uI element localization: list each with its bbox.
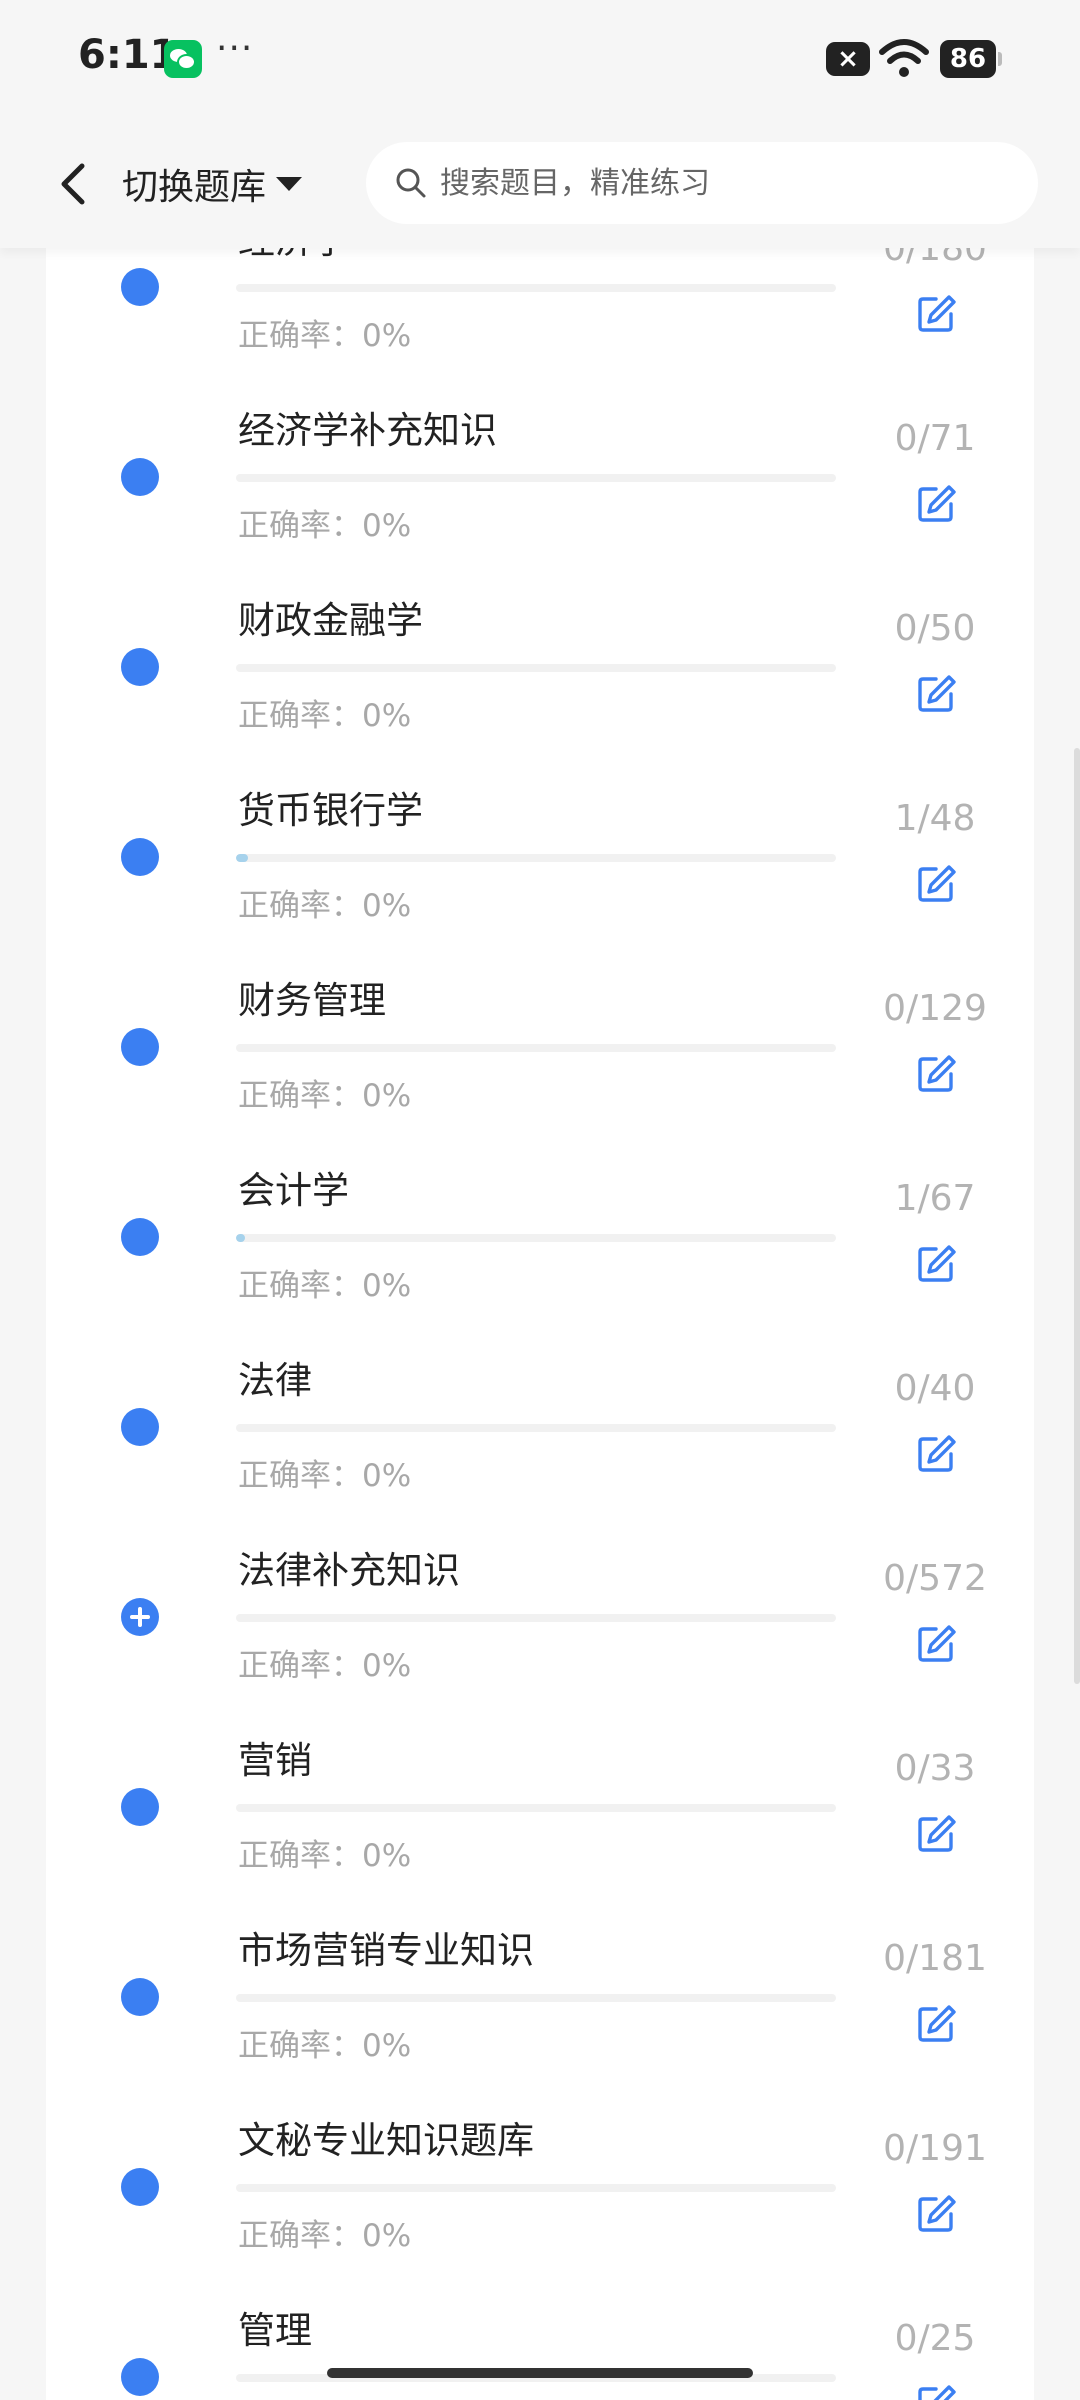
header-bar: 切换题库	[0, 120, 1080, 248]
battery-icon: 86	[940, 40, 1002, 78]
scrollbar[interactable]	[1074, 748, 1080, 1684]
progress-count: 0/191	[883, 2128, 987, 2169]
progress-bar	[236, 1994, 836, 2002]
search-box[interactable]	[366, 142, 1038, 224]
list-item[interactable]: 文秘专业知识题库 正确率：0% 0/191	[0, 2056, 1080, 2254]
progress-count: 0/25	[894, 2318, 976, 2359]
practice-edit-icon[interactable]	[914, 672, 958, 716]
progress-count: 0/40	[894, 1368, 976, 1409]
progress-bar	[236, 1614, 836, 1622]
chapter-dot-icon	[121, 838, 159, 876]
item-name: 法律补充知识	[238, 1549, 460, 1592]
progress-count: 0/50	[894, 608, 976, 649]
progress-bar	[236, 2184, 836, 2192]
list-item[interactable]: 法律补充知识 正确率：0% 0/572	[0, 1486, 1080, 1684]
progress-fill	[236, 1234, 245, 1242]
practice-edit-icon[interactable]	[914, 2002, 958, 2046]
list-item[interactable]: 财政金融学 正确率：0% 0/50	[0, 536, 1080, 734]
chapter-dot-icon	[121, 1978, 159, 2016]
practice-edit-icon[interactable]	[914, 2382, 958, 2400]
chapter-dot-icon	[121, 1408, 159, 1446]
practice-edit-icon[interactable]	[914, 482, 958, 526]
practice-edit-icon[interactable]	[914, 1052, 958, 1096]
progress-count: 0/33	[894, 1748, 976, 1789]
progress-count: 0/572	[883, 1558, 987, 1599]
list-item[interactable]: 会计学 正确率：0% 1/67	[0, 1106, 1080, 1304]
list-item[interactable]: 财务管理 正确率：0% 0/129	[0, 916, 1080, 1114]
progress-count: 0/181	[883, 1938, 987, 1979]
item-name: 文秘专业知识题库	[238, 2119, 534, 2162]
item-name: 管理	[238, 2309, 312, 2352]
progress-count: 1/48	[894, 798, 976, 839]
progress-bar	[236, 1234, 836, 1242]
list-item[interactable]: 法律 正确率：0% 0/40	[0, 1296, 1080, 1494]
progress-bar	[236, 664, 836, 672]
item-name: 会计学	[238, 1169, 349, 1212]
item-name: 财政金融学	[238, 599, 423, 642]
progress-count: 1/67	[894, 1178, 976, 1219]
item-name: 市场营销专业知识	[238, 1929, 534, 1972]
home-indicator[interactable]	[327, 2368, 753, 2378]
progress-count: 0/129	[883, 988, 987, 1029]
search-icon	[396, 168, 426, 198]
chapter-dot-icon	[121, 2358, 159, 2396]
chapter-dot-icon	[121, 1028, 159, 1066]
back-arrow-icon[interactable]	[40, 148, 112, 220]
status-bar: 6:11 ··· × 86	[0, 0, 1080, 120]
practice-edit-icon[interactable]	[914, 2192, 958, 2236]
progress-bar	[236, 1804, 836, 1812]
item-name: 财务管理	[238, 979, 386, 1022]
chapter-dot-icon	[121, 1788, 159, 1826]
list-item[interactable]: 经济学补充知识 正确率：0% 0/71	[0, 346, 1080, 544]
chapter-dot-icon	[121, 458, 159, 496]
practice-edit-icon[interactable]	[914, 1812, 958, 1856]
screen: 经济学正确率：0%0/180经济学补充知识正确率：0%0/71财政金融学正确率：…	[0, 0, 1080, 2400]
status-time: 6:11	[78, 32, 178, 78]
practice-edit-icon[interactable]	[914, 292, 958, 336]
list-item[interactable]: 营销 正确率：0% 0/33	[0, 1676, 1080, 1874]
practice-edit-icon[interactable]	[914, 1622, 958, 1666]
progress-bar	[236, 1424, 836, 1432]
practice-edit-icon[interactable]	[914, 1432, 958, 1476]
chapter-dot-icon	[121, 2168, 159, 2206]
list-item[interactable]: 市场营销专业知识 正确率：0% 0/181	[0, 1866, 1080, 2064]
practice-edit-icon[interactable]	[914, 1242, 958, 1286]
wifi-icon	[879, 39, 929, 77]
progress-bar	[236, 474, 836, 482]
search-input[interactable]	[438, 164, 1002, 202]
progress-bar	[236, 1044, 836, 1052]
chapter-dot-icon	[121, 1218, 159, 1256]
more-notifications-icon: ···	[216, 28, 254, 69]
progress-fill	[236, 854, 249, 862]
list-item[interactable]: 货币银行学 正确率：0% 1/48	[0, 726, 1080, 924]
item-name: 营销	[238, 1739, 312, 1782]
progress-count: 0/71	[894, 418, 976, 459]
practice-edit-icon[interactable]	[914, 862, 958, 906]
item-name: 经济学补充知识	[238, 409, 497, 452]
wechat-icon	[164, 40, 202, 78]
item-name: 法律	[238, 1359, 312, 1402]
chapter-dot-icon	[121, 648, 159, 686]
progress-bar	[236, 284, 836, 292]
progress-bar	[236, 854, 836, 862]
switch-bank-label: 切换题库	[122, 167, 267, 208]
caret-down-icon	[276, 177, 303, 191]
close-icon: ×	[826, 42, 870, 76]
item-name: 货币银行学	[238, 789, 423, 832]
chapter-dot-icon	[121, 268, 159, 306]
expand-plus-icon[interactable]	[121, 1598, 159, 1636]
switch-bank-dropdown[interactable]: 切换题库	[122, 156, 303, 212]
